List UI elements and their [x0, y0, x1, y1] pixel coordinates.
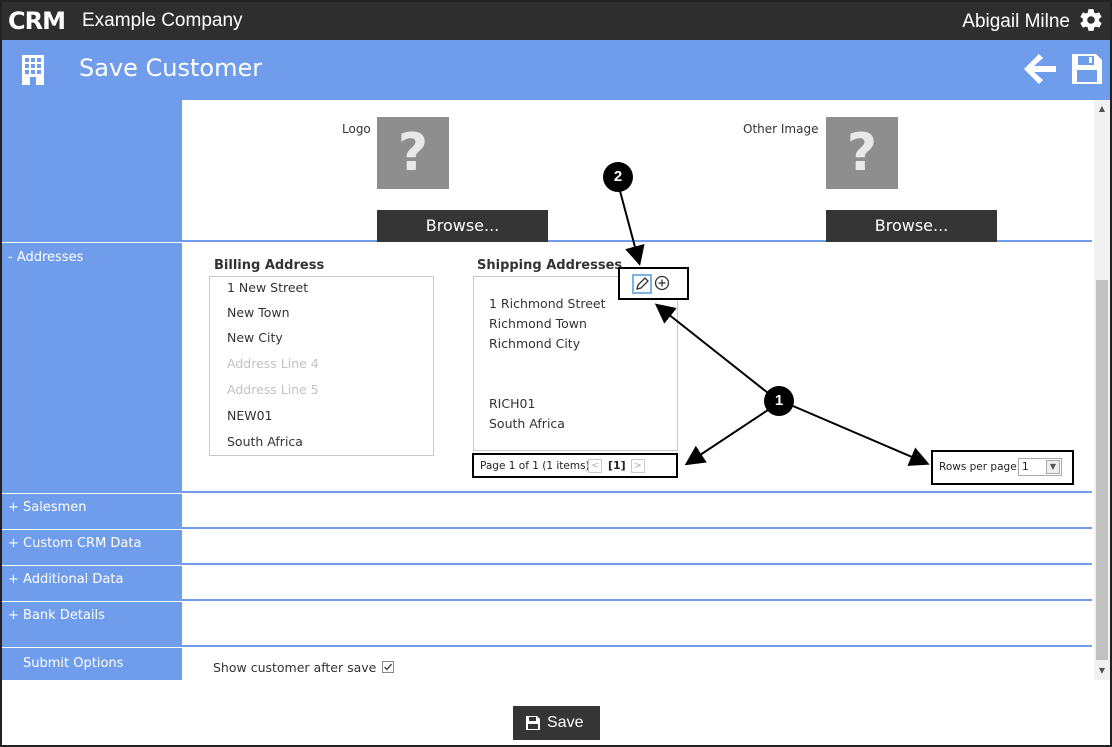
- divider: [2, 647, 182, 648]
- billing-line-4[interactable]: Address Line 4: [227, 356, 319, 371]
- other-image-label: Other Image: [743, 122, 819, 136]
- annotation-badge-1: 1: [764, 386, 794, 416]
- divider: [2, 601, 182, 602]
- checkmark-icon: [384, 663, 393, 671]
- logo-label: Logo: [342, 122, 371, 136]
- logo-browse-button[interactable]: Browse...: [377, 210, 548, 242]
- floppy-disk-icon: [526, 716, 540, 730]
- company-name: Example Company: [82, 10, 243, 31]
- add-circle-icon[interactable]: [654, 275, 670, 291]
- section-sidebar: [2, 100, 182, 680]
- save-icon[interactable]: [1070, 52, 1104, 86]
- pager-current-page[interactable]: [1]: [608, 459, 626, 472]
- divider: [2, 493, 182, 494]
- logo-placeholder-image: ?: [377, 117, 449, 189]
- scroll-up-icon[interactable]: ▲: [1097, 104, 1107, 114]
- section-submit-options: Submit Options: [23, 656, 124, 671]
- address-actions-callout: [618, 267, 689, 300]
- pager-summary: Page 1 of 1 (1 items): [480, 460, 590, 472]
- section-bank-details[interactable]: + Bank Details: [8, 608, 105, 623]
- pager-callout: Page 1 of 1 (1 items) < [1] >: [472, 453, 678, 478]
- edit-icon[interactable]: [632, 274, 652, 294]
- billing-country[interactable]: South Africa: [227, 434, 303, 449]
- shipping-line-1: 1 Richmond Street: [489, 296, 606, 311]
- shipping-country: South Africa: [489, 416, 565, 431]
- billing-postal-code[interactable]: NEW01: [227, 408, 273, 423]
- section-salesmen[interactable]: + Salesmen: [8, 500, 87, 515]
- show-after-save-label: Show customer after save: [213, 660, 377, 675]
- section-addresses[interactable]: - Addresses: [8, 250, 83, 265]
- annotation-badge-2: 2: [603, 162, 633, 192]
- shipping-address-card: 1 Richmond Street Richmond Town Richmond…: [473, 276, 678, 451]
- page-title: Save Customer: [79, 54, 263, 82]
- section-additional-data[interactable]: + Additional Data: [8, 572, 123, 587]
- user-name[interactable]: Abigail Milne: [962, 11, 1070, 33]
- divider: [2, 242, 182, 243]
- back-arrow-icon[interactable]: [1022, 52, 1058, 86]
- other-image-browse-button[interactable]: Browse...: [826, 210, 997, 242]
- other-image-placeholder: ?: [826, 117, 898, 189]
- pager-prev-button[interactable]: <: [588, 459, 602, 473]
- pager-next-button[interactable]: >: [631, 459, 645, 473]
- rows-per-page-value: 1: [1022, 461, 1029, 473]
- page-header: Save Customer: [2, 40, 1110, 100]
- rows-per-page-label: Rows per page:: [939, 461, 1021, 473]
- building-icon: [22, 55, 44, 85]
- crm-logo[interactable]: CRM: [8, 8, 66, 34]
- save-button[interactable]: Save: [513, 706, 600, 740]
- billing-line-3[interactable]: New City: [227, 330, 283, 345]
- vertical-scrollbar[interactable]: ▲ ▼: [1094, 100, 1110, 680]
- rows-per-page-callout: Rows per page: 1 ▼: [931, 450, 1074, 485]
- billing-line-5[interactable]: Address Line 5: [227, 382, 319, 397]
- shipping-line-2: Richmond Town: [489, 316, 587, 331]
- show-after-save-checkbox[interactable]: [382, 661, 394, 673]
- top-bar: CRM Example Company Abigail Milne: [2, 2, 1110, 40]
- save-button-label: Save: [547, 714, 584, 731]
- chevron-down-icon[interactable]: ▼: [1046, 460, 1060, 474]
- shipping-postal-code: RICH01: [489, 396, 536, 411]
- divider: [2, 565, 182, 566]
- shipping-line-3: Richmond City: [489, 336, 581, 351]
- billing-line-2[interactable]: New Town: [227, 305, 290, 320]
- shipping-addresses-title: Shipping Addresses: [477, 258, 623, 273]
- billing-line-1[interactable]: 1 New Street: [227, 280, 308, 295]
- rows-per-page-select[interactable]: 1 ▼: [1018, 458, 1062, 476]
- billing-address-box: 1 New Street New Town New City Address L…: [209, 276, 434, 456]
- divider: [2, 529, 182, 530]
- scroll-thumb[interactable]: [1096, 280, 1108, 660]
- gear-icon[interactable]: [1078, 7, 1104, 33]
- billing-address-title: Billing Address: [214, 258, 325, 273]
- pencil-icon: [636, 277, 649, 290]
- scroll-down-icon[interactable]: ▼: [1097, 666, 1107, 676]
- section-custom-crm-data[interactable]: + Custom CRM Data: [8, 536, 141, 551]
